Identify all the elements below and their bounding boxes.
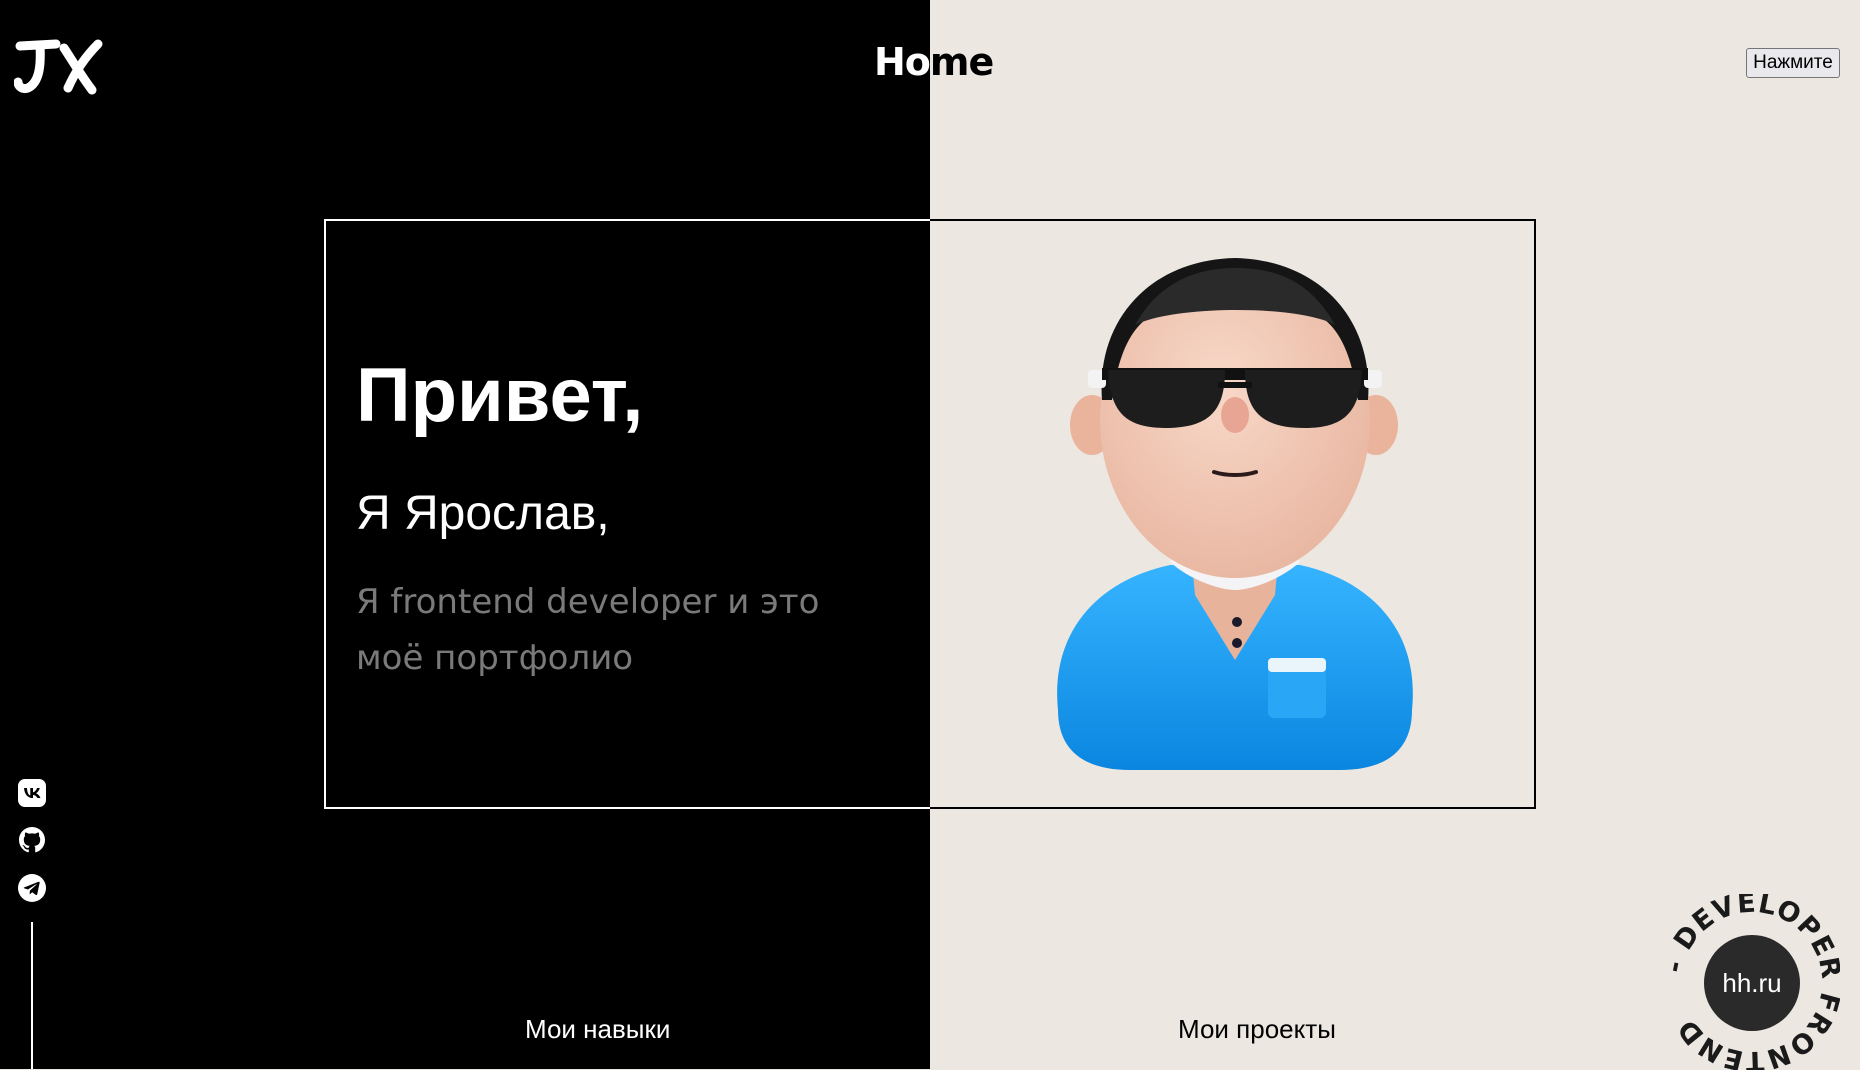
skills-link[interactable]: Мои навыки: [525, 1014, 670, 1045]
hh-ru-link[interactable]: hh.ru: [1704, 935, 1800, 1031]
projects-link[interactable]: Мои проекты: [1178, 1014, 1336, 1045]
social-divider-line: [31, 922, 33, 1069]
press-button[interactable]: Нажмите: [1746, 48, 1840, 78]
hero-subtitle: Я frontend developer и это моё портфолио: [356, 582, 820, 678]
vk-icon[interactable]: [17, 778, 47, 808]
page-title-dark-overlay: Home: [930, 36, 1050, 96]
hero-greeting: Привет,: [356, 353, 644, 438]
github-icon[interactable]: [17, 825, 47, 855]
logo-mark: [14, 39, 103, 95]
telegram-icon[interactable]: [17, 873, 47, 903]
logo[interactable]: [14, 38, 106, 96]
hero-name: Я Ярослав,: [356, 487, 610, 540]
page-title-dark-text: Home: [930, 40, 994, 84]
avatar: [1057, 258, 1413, 770]
